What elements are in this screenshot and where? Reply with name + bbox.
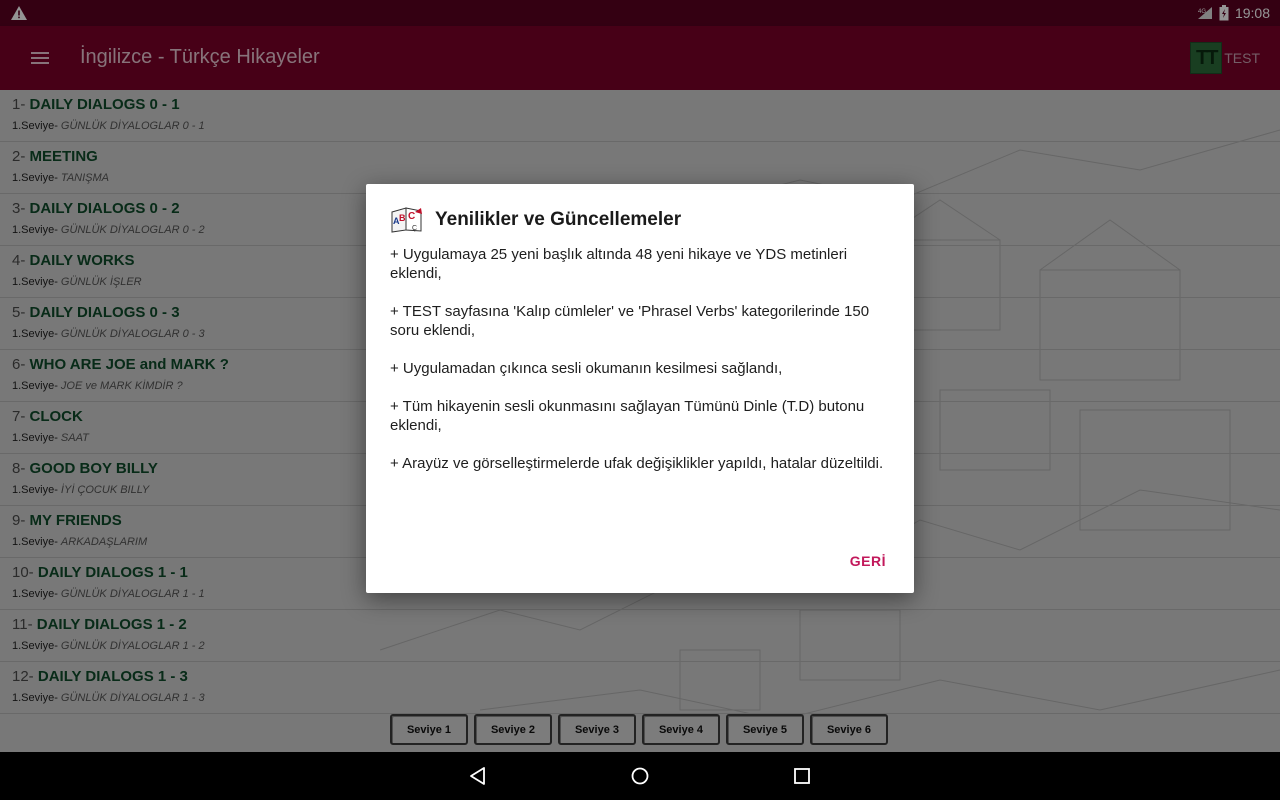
back-button[interactable]: GERİ [850, 553, 886, 569]
dialog-title: Yenilikler ve Güncellemeler [435, 209, 682, 230]
update-item: + Arayüz ve görselleştirmelerde ufak değ… [390, 455, 884, 472]
recents-nav-icon[interactable] [792, 766, 812, 786]
home-nav-icon[interactable] [630, 766, 650, 786]
svg-text:Ç: Ç [412, 225, 417, 232]
svg-text:B: B [399, 213, 406, 223]
abc-book-icon: A B C Ç [391, 207, 422, 233]
update-item: + TEST sayfasına 'Kalıp cümleler' ve 'Ph… [390, 303, 870, 339]
whats-new-dialog: A B C Ç Yenilikler ve Güncellemeler + Uy… [366, 184, 914, 593]
dialog-body: + Uygulamaya 25 yeni başlık altında 48 y… [390, 245, 890, 492]
update-item: + Uygulamadan çıkınca sesli okumanın kes… [390, 360, 783, 377]
svg-text:C: C [408, 211, 415, 222]
update-item: + Tüm hikayenin sesli okunmasını sağlaya… [390, 398, 865, 434]
back-nav-icon[interactable] [468, 766, 488, 786]
navigation-bar [0, 752, 1280, 800]
update-item: + Uygulamaya 25 yeni başlık altında 48 y… [390, 246, 848, 282]
